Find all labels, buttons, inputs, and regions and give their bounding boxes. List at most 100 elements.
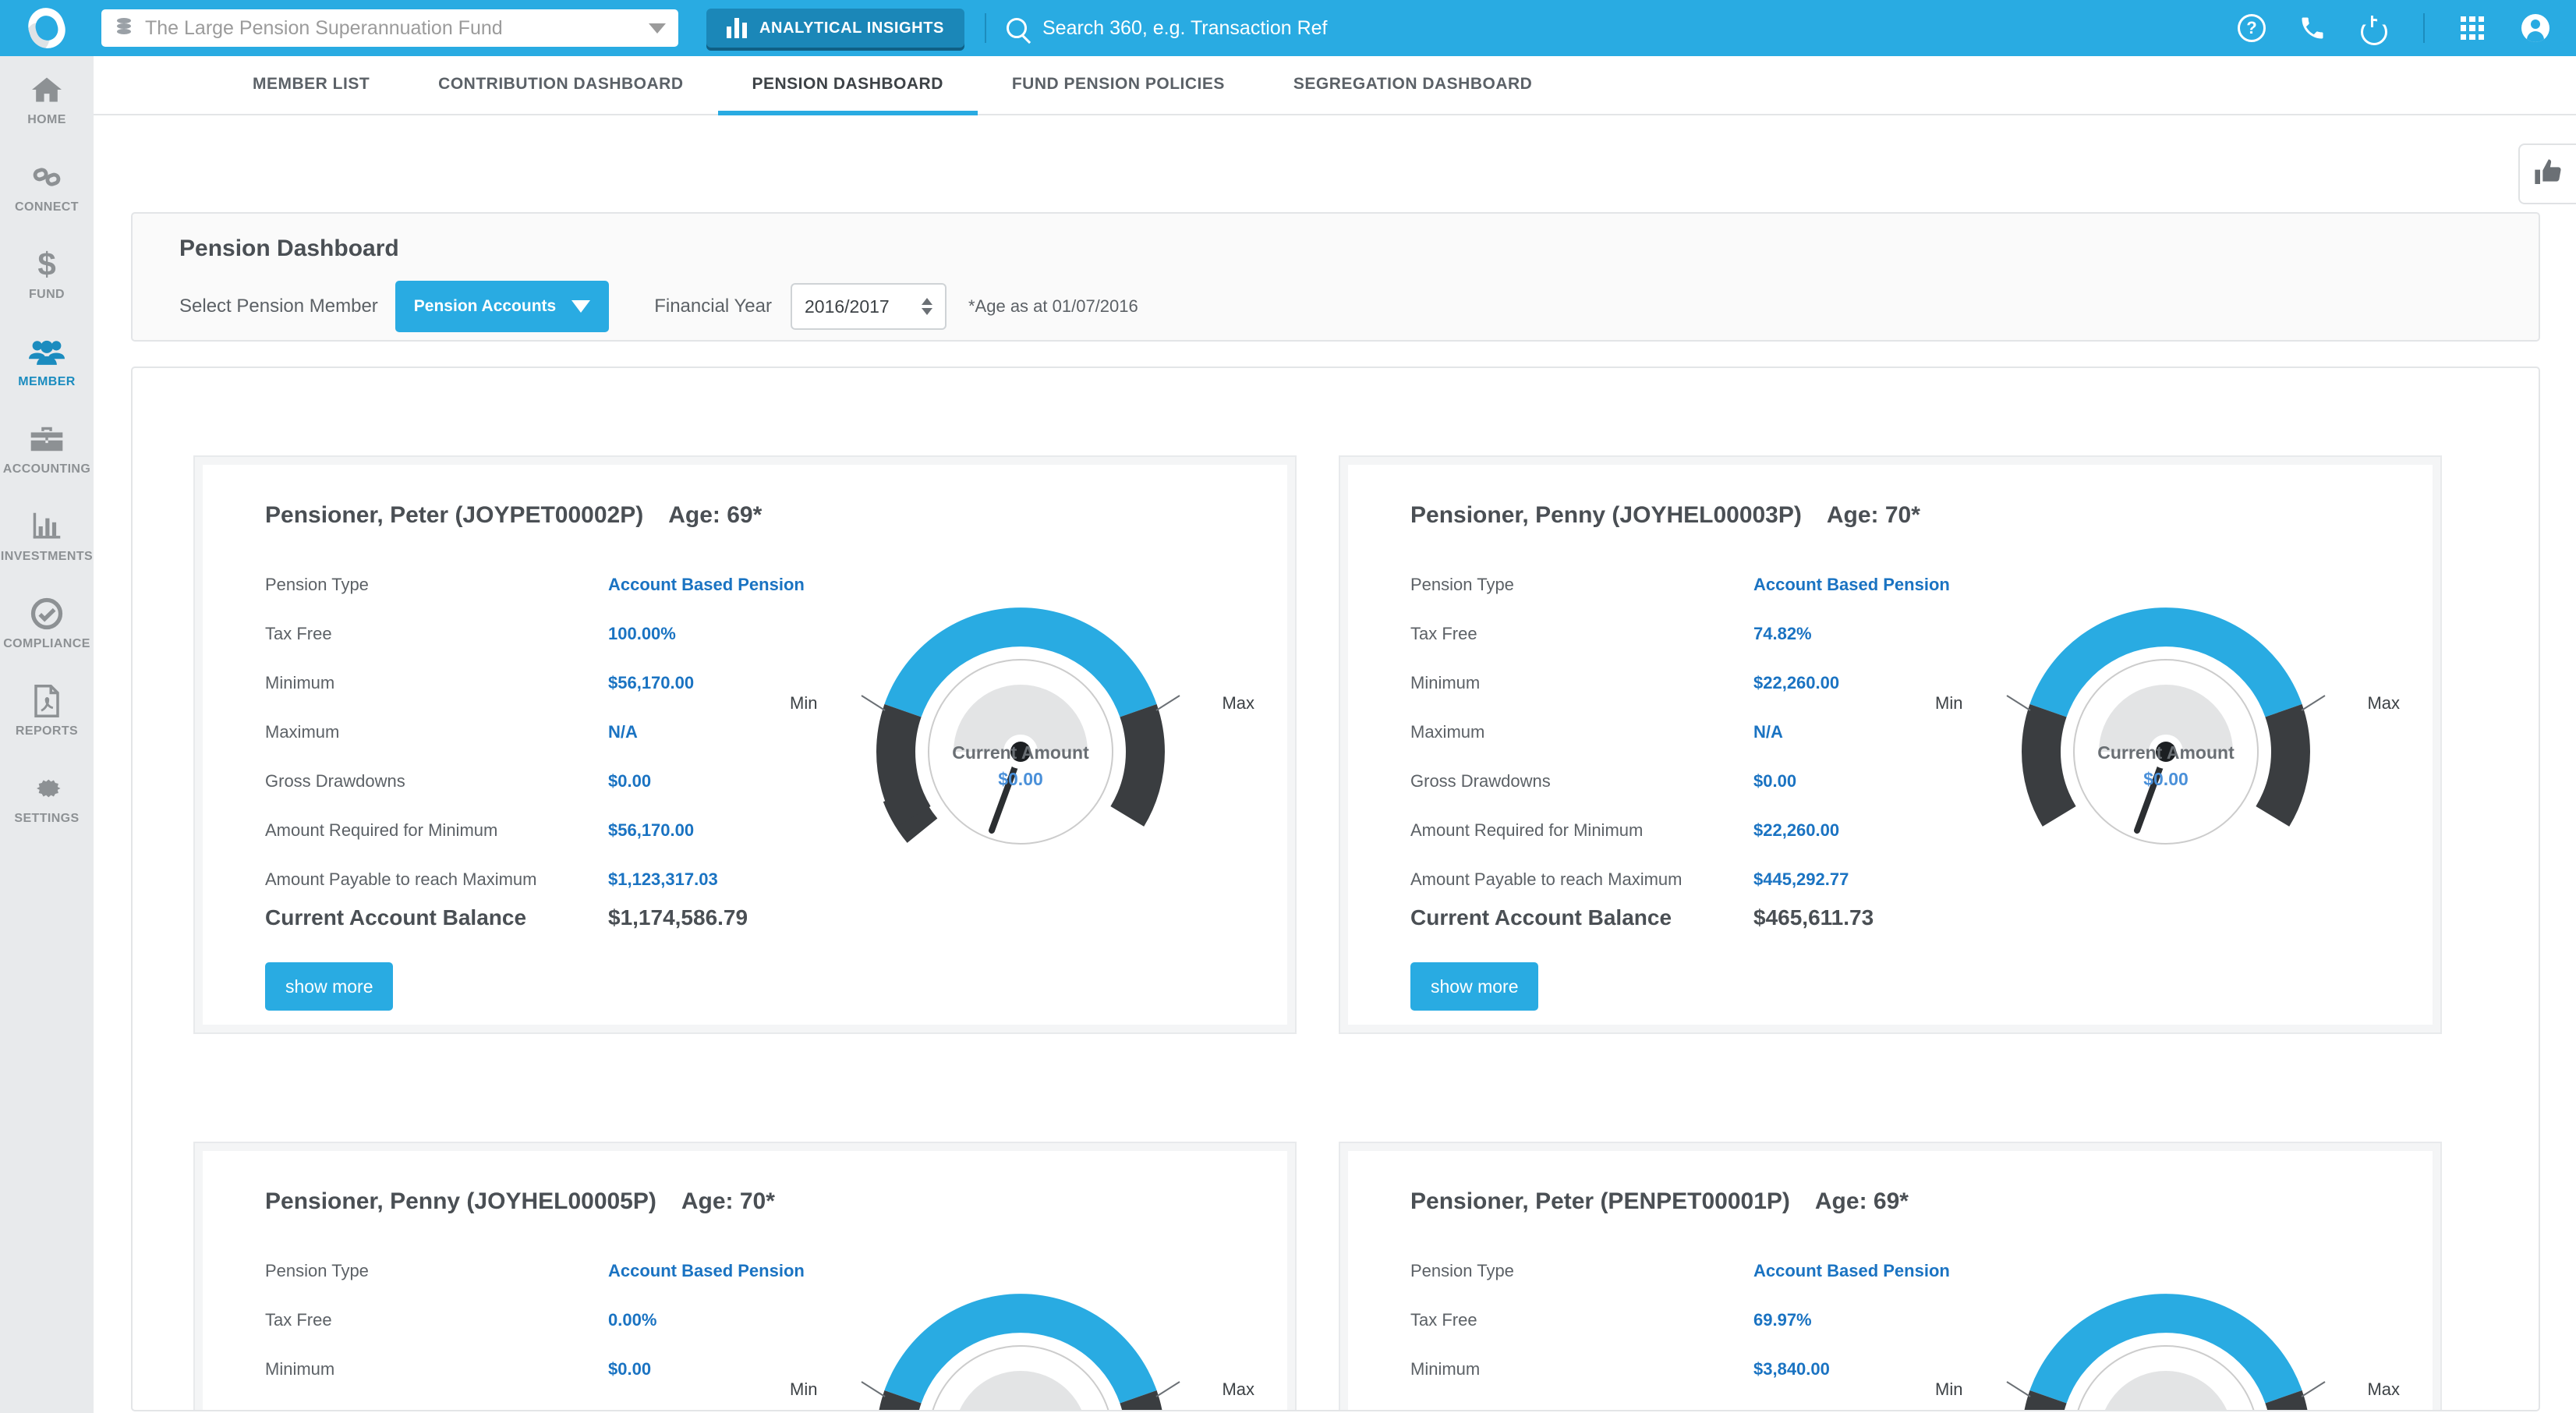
sidebar-item-investments[interactable]: INVESTMENTS <box>0 493 94 580</box>
fund-selector[interactable]: The Large Pension Superannuation Fund <box>101 9 678 47</box>
gauge-max-label: Max <box>1222 693 1254 713</box>
page-title: Pension Dashboard <box>179 236 399 261</box>
bar-chart-icon <box>727 18 747 38</box>
detail-row-tax-free: Tax Free 0.00% <box>265 1295 881 1344</box>
row-label: Maximum <box>1410 721 1485 742</box>
tab-fund-pension-policies[interactable]: FUND PENSION POLICIES <box>978 55 1259 114</box>
financial-year-label: Financial Year <box>654 296 772 317</box>
detail-rows: Pension Type Account Based Pension Tax Fr… <box>265 1246 881 1411</box>
search-placeholder: Search 360, e.g. Transaction Ref <box>1042 16 1328 39</box>
sidebar-item-home[interactable]: HOME <box>0 56 94 143</box>
filter-panel: Pension Dashboard Select Pension Member … <box>131 212 2540 342</box>
row-label: Amount Required for Minimum <box>1410 820 1644 840</box>
row-label: Minimum <box>265 1358 335 1379</box>
row-value: 74.82% <box>1753 623 1812 643</box>
detail-row-minimum: Minimum $56,170.00 <box>265 658 881 707</box>
sidebar-item-label: FUND <box>28 287 65 301</box>
financial-year-select[interactable]: 2016/2017 <box>791 283 947 330</box>
detail-row-pension-type: Pension Type Account Based Pension <box>1410 560 2026 609</box>
people-icon <box>29 335 65 368</box>
gauge-min-label: Min <box>1935 693 1963 713</box>
row-label: Minimum <box>265 672 335 692</box>
row-value: N/A <box>608 1408 638 1411</box>
sidebar-item-reports[interactable]: REPORTS <box>0 668 94 755</box>
row-label: Tax Free <box>265 1309 332 1330</box>
show-more-button[interactable]: show more <box>1410 962 1539 1011</box>
detail-row-maximum: MaximumN/A <box>1410 707 2026 756</box>
tab-member-list[interactable]: MEMBER LIST <box>218 55 404 114</box>
sidebar-item-accounting[interactable]: ACCOUNTING <box>0 405 94 493</box>
detail-row-maximum: MaximumN/A <box>265 707 881 756</box>
row-label: Gross Drawdowns <box>1410 770 1551 791</box>
member-name: Pensioner, Peter (PENPET00001P) <box>1410 1188 1790 1214</box>
thumbs-up-icon <box>2532 157 2564 192</box>
main-content: MEMBER LIST CONTRIBUTION DASHBOARD PENSI… <box>94 56 2576 1413</box>
detail-row-maximum: MaximumN/A <box>1410 1394 2026 1411</box>
row-value: Account Based Pension <box>608 1260 805 1280</box>
sidebar-item-fund[interactable]: $ FUND <box>0 231 94 318</box>
row-value: Account Based Pension <box>608 574 805 594</box>
detail-row-maximum: MaximumN/A <box>265 1394 881 1411</box>
gauge-min-label: Min <box>790 693 818 713</box>
pension-accounts-dropdown-button[interactable]: Pension Accounts <box>395 281 610 332</box>
member-name: Pensioner, Penny (JOYHEL00005P) <box>265 1188 656 1214</box>
member-name: Pensioner, Peter (JOYPET00002P) <box>265 502 644 528</box>
gauge-current-amount-value: $0.00 <box>998 769 1043 789</box>
phone-icon[interactable] <box>2298 14 2327 42</box>
fund-selector-value: The Large Pension Superannuation Fund <box>145 16 503 39</box>
row-value: Account Based Pension <box>1753 574 1950 594</box>
detail-rows: Pension Type Account Based Pension Tax Fr… <box>1410 1246 2026 1411</box>
row-value: N/A <box>1753 1408 1783 1411</box>
row-label: Amount Payable to reach Maximum <box>1410 869 1683 889</box>
user-avatar-icon[interactable] <box>2521 14 2549 42</box>
feedback-button[interactable] <box>2518 143 2576 204</box>
detail-row-amount-payable-maximum: Amount Payable to reach Maximum $1,123,31… <box>265 855 881 904</box>
gauge-current-amount-label: Current Amount <box>2097 742 2235 763</box>
svg-text:$: $ <box>37 248 55 281</box>
gauge-max-label: Max <box>1222 1379 1254 1399</box>
sidebar-item-label: REPORTS <box>15 724 79 738</box>
row-label: Pension Type <box>1410 574 1514 594</box>
pension-accounts-label: Pension Accounts <box>413 297 557 315</box>
gauge-current-amount-value: $0.00 <box>2143 769 2189 789</box>
gauge-max-label: Max <box>2367 693 2400 713</box>
sidebar-item-compliance[interactable]: COMPLIANCE <box>0 580 94 668</box>
sidebar-item-connect[interactable]: CONNECT <box>0 143 94 231</box>
help-icon[interactable] <box>2238 14 2266 42</box>
card-title: Pensioner, Penny (JOYHEL00005P) Age: 70* <box>265 1188 775 1215</box>
tab-segregation-dashboard[interactable]: SEGREGATION DASHBOARD <box>1259 55 1566 114</box>
company-logo[interactable] <box>0 0 94 56</box>
detail-row-amount-required-minimum: Amount Required for Minimum $22,260.00 <box>1410 806 2026 855</box>
row-value: 100.00% <box>608 623 676 643</box>
member-name: Pensioner, Penny (JOYHEL00003P) <box>1410 502 1802 528</box>
row-value: $3,840.00 <box>1753 1358 1830 1379</box>
balance-label: Current Account Balance <box>265 905 527 930</box>
gauge-min-label: Min <box>790 1379 818 1399</box>
show-more-button[interactable]: show more <box>265 962 394 1011</box>
row-value: 0.00% <box>608 1309 657 1330</box>
row-value: $0.00 <box>608 1358 652 1379</box>
row-value: $1,123,317.03 <box>608 869 718 889</box>
tab-pension-dashboard[interactable]: PENSION DASHBOARD <box>717 55 978 115</box>
link-icon <box>30 161 63 193</box>
analytical-insights-button[interactable]: ANALYTICAL INSIGHTS <box>706 9 964 48</box>
stepper-icon <box>922 298 932 315</box>
power-icon[interactable] <box>2359 14 2387 42</box>
sidebar-item-label: HOME <box>27 112 66 126</box>
apps-grid-icon[interactable] <box>2461 14 2489 42</box>
select-pension-member-label: Select Pension Member <box>179 296 378 317</box>
pension-gauge-chart: Min Max Current Amount $0.00 <box>1935 557 2400 884</box>
tab-contribution-dashboard[interactable]: CONTRIBUTION DASHBOARD <box>404 55 717 114</box>
age-note: *Age as at 01/07/2016 <box>968 296 1138 316</box>
search-icon <box>1006 18 1027 38</box>
detail-row-pension-type: Pension Type Account Based Pension <box>1410 1246 2026 1295</box>
detail-row-gross-drawdowns: Gross Drawdowns $0.00 <box>265 756 881 806</box>
member-age: Age: 70* <box>1826 502 1920 528</box>
row-label: Tax Free <box>1410 1309 1477 1330</box>
row-label: Pension Type <box>1410 1260 1514 1280</box>
detail-row-tax-free: Tax Free 100.00% <box>265 609 881 658</box>
sidebar-item-member[interactable]: MEMBER <box>0 318 94 405</box>
top-bar: The Large Pension Superannuation Fund AN… <box>0 0 2576 56</box>
search-input[interactable]: Search 360, e.g. Transaction Ref <box>1006 16 2238 40</box>
sidebar-item-settings[interactable]: SETTINGS <box>0 755 94 842</box>
